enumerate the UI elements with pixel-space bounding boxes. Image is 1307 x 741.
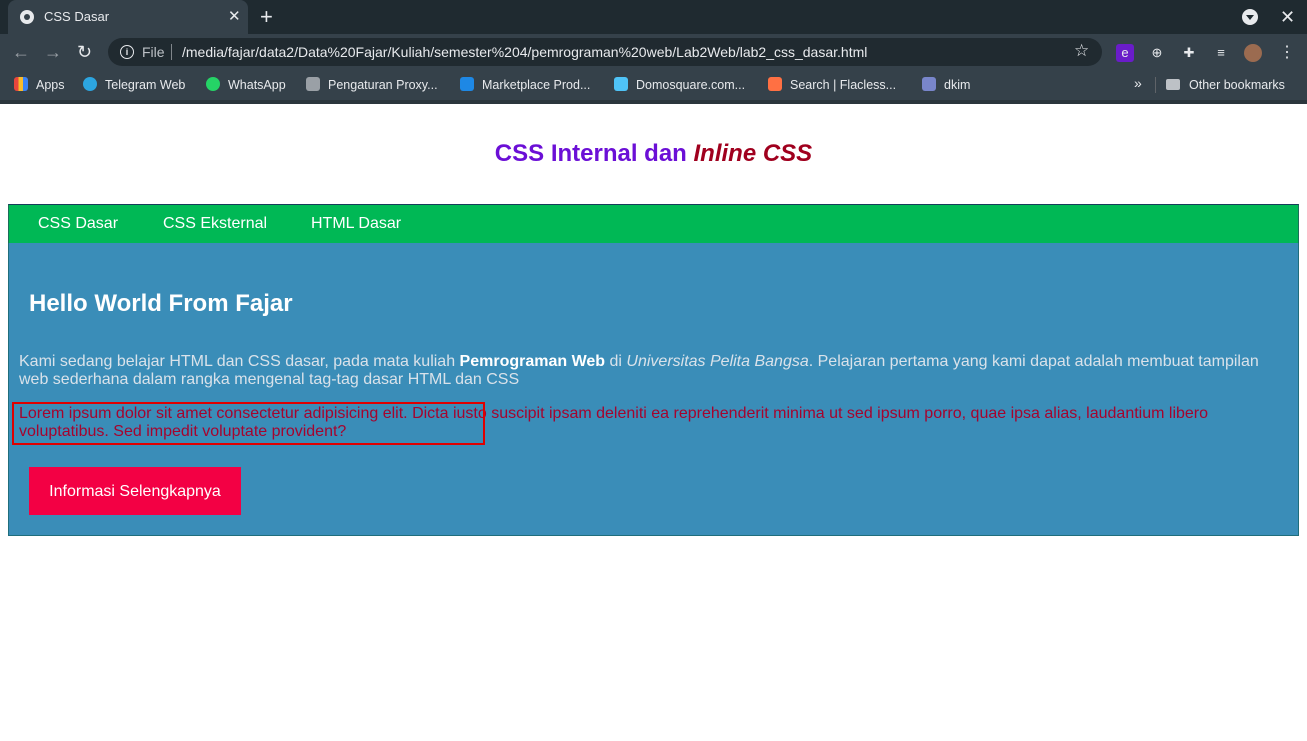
site-nav: CSS Dasar CSS Eksternal HTML Dasar bbox=[8, 204, 1299, 244]
puzzle-icon bbox=[922, 77, 936, 91]
new-tab-plus-icon[interactable]: + bbox=[260, 5, 273, 29]
browser-tab[interactable]: CSS Dasar ✕ bbox=[8, 0, 248, 34]
info-button[interactable]: Informasi Selengkapnya bbox=[29, 467, 241, 515]
bookmark-flacless[interactable]: Search | Flacless... bbox=[768, 76, 896, 94]
media-queue-icon[interactable]: ≡ bbox=[1212, 44, 1230, 62]
address-bar[interactable]: i File /media/fajar/data2/Data%20Fajar/K… bbox=[108, 38, 1102, 66]
more-bookmarks-chevron-icon[interactable]: » bbox=[1134, 75, 1142, 91]
bookmark-dkim[interactable]: dkim bbox=[922, 76, 970, 94]
bookmark-label: Domosquare.com... bbox=[636, 78, 746, 92]
page-title-italic: Inline CSS bbox=[693, 140, 813, 167]
bookmark-label: dkim bbox=[944, 78, 971, 92]
back-arrow-icon[interactable]: ← bbox=[12, 41, 30, 63]
cube-icon bbox=[614, 77, 628, 91]
main-title: Hello World From Fajar bbox=[29, 290, 293, 317]
proxy-icon bbox=[306, 77, 320, 91]
folder-icon bbox=[1166, 79, 1180, 90]
page-title-plain: CSS Internal dan bbox=[494, 140, 694, 167]
bookmark-telegram[interactable]: Telegram Web bbox=[83, 76, 185, 94]
scheme-label: File bbox=[142, 44, 165, 60]
bookmark-domosquare[interactable]: Domosquare.com... bbox=[614, 76, 745, 94]
bookmark-label: Search | Flacless... bbox=[790, 78, 897, 92]
window-close-icon[interactable]: ✕ bbox=[1280, 5, 1295, 29]
omnibox-divider bbox=[171, 44, 172, 60]
bookmark-label: Apps bbox=[36, 78, 65, 92]
marketplace-icon bbox=[460, 77, 474, 91]
nav-link-html-dasar[interactable]: HTML Dasar bbox=[311, 215, 401, 233]
bookmarks-bar: Apps Telegram Web WhatsApp Pengaturan Pr… bbox=[0, 70, 1307, 104]
bookmark-label: Telegram Web bbox=[105, 78, 186, 92]
profile-avatar[interactable] bbox=[1244, 44, 1262, 62]
bookmark-whatsapp[interactable]: WhatsApp bbox=[206, 76, 286, 94]
tab-title: CSS Dasar bbox=[44, 9, 110, 24]
other-bookmarks-label: Other bookmarks bbox=[1189, 78, 1285, 92]
bookmark-marketplace[interactable]: Marketplace Prod... bbox=[460, 76, 590, 94]
browser-toolbar: ← → ↻ i File /media/fajar/data2/Data%20F… bbox=[0, 34, 1307, 70]
intro-italic: Universitas Pelita Bangsa bbox=[626, 353, 809, 370]
reload-icon[interactable]: ↻ bbox=[77, 41, 92, 63]
vpn-globe-icon[interactable]: ⊕ bbox=[1148, 44, 1166, 62]
nav-link-css-dasar[interactable]: CSS Dasar bbox=[38, 215, 118, 233]
intro-paragraph: Kami sedang belajar HTML dan CSS dasar, … bbox=[19, 353, 1279, 389]
url-text[interactable]: /media/fajar/data2/Data%20Fajar/Kuliah/s… bbox=[182, 44, 867, 60]
search-flacless-icon bbox=[768, 77, 782, 91]
whatsapp-icon bbox=[206, 77, 220, 91]
bookmark-label: Pengaturan Proxy... bbox=[328, 78, 438, 92]
page-title: CSS Internal dan Inline CSS bbox=[0, 140, 1307, 168]
tab-search-dropdown-icon[interactable] bbox=[1242, 9, 1258, 25]
telegram-icon bbox=[83, 77, 97, 91]
nav-link-css-eksternal[interactable]: CSS Eksternal bbox=[163, 215, 267, 233]
bookmarks-divider bbox=[1155, 77, 1156, 93]
close-icon[interactable]: ✕ bbox=[228, 7, 241, 27]
browser-titlebar: CSS Dasar ✕ + ✕ bbox=[0, 0, 1307, 34]
intro-text: Kami sedang belajar HTML dan CSS dasar, … bbox=[19, 353, 460, 370]
bookmark-label: WhatsApp bbox=[228, 78, 286, 92]
extensions-puzzle-icon[interactable]: ✚ bbox=[1180, 44, 1198, 62]
kebab-menu-icon[interactable]: ⋮ bbox=[1278, 44, 1296, 62]
bookmark-star-icon[interactable]: ☆ bbox=[1074, 41, 1089, 61]
main-section: Hello World From Fajar Kami sedang belaj… bbox=[8, 243, 1299, 536]
extension-icon[interactable]: e bbox=[1116, 44, 1134, 62]
other-bookmarks[interactable]: Other bookmarks bbox=[1166, 76, 1285, 94]
apps-grid-icon bbox=[14, 77, 28, 91]
bookmark-apps[interactable]: Apps bbox=[14, 76, 65, 94]
bookmark-label: Marketplace Prod... bbox=[482, 78, 591, 92]
highlight-box bbox=[12, 402, 485, 445]
intro-bold: Pemrograman Web bbox=[459, 353, 606, 370]
intro-text: di bbox=[605, 353, 627, 370]
forward-arrow-icon[interactable]: → bbox=[44, 41, 62, 63]
bookmark-proxy[interactable]: Pengaturan Proxy... bbox=[306, 76, 438, 94]
globe-icon bbox=[20, 10, 34, 24]
info-icon[interactable]: i bbox=[120, 45, 134, 59]
